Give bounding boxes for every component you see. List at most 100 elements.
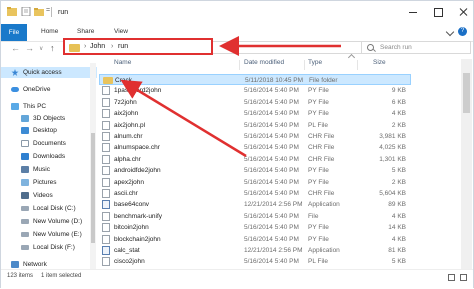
- table-row[interactable]: alnumspace.chr 5/16/2014 5:40 PM CHR File 4…: [99, 142, 411, 153]
- file-icon: [102, 166, 110, 176]
- search-input[interactable]: Search run: [380, 44, 412, 51]
- breadcrumb-run[interactable]: run: [118, 43, 128, 50]
- sidebar-item-quick-access[interactable]: Quick access: [1, 67, 97, 78]
- sidebar-item-3d-objects[interactable]: 3D Objects: [1, 113, 97, 124]
- expand-ribbon-icon[interactable]: [445, 27, 455, 37]
- file-icon: [102, 257, 110, 267]
- tab-file[interactable]: File: [1, 24, 27, 41]
- column-header-name[interactable]: Name: [114, 59, 131, 70]
- column-header-type[interactable]: Type: [308, 59, 322, 70]
- sidebar-item-local-disk-f[interactable]: Local Disk (F:): [1, 242, 97, 253]
- back-arrow-icon[interactable]: ←: [11, 43, 20, 53]
- file-size: 2 KB: [391, 178, 406, 186]
- table-row[interactable]: aix2john 5/16/2014 5:40 PM PY File 4 KB: [99, 108, 411, 119]
- file-name: cisco2john: [114, 258, 145, 266]
- table-row[interactable]: base64conv 12/21/2014 2:56 PM Application 8…: [99, 199, 411, 210]
- table-row[interactable]: alpha.chr 5/16/2014 5:40 PM CHR File 1,301 …: [99, 154, 411, 165]
- maximize-button[interactable]: [431, 5, 445, 19]
- file-name: bitcoin2john: [114, 224, 149, 232]
- file-type: PL File: [308, 121, 328, 129]
- table-row[interactable]: alnum.chr 5/16/2014 5:40 PM CHR File 3,981 …: [99, 131, 411, 142]
- sidebar-item-documents[interactable]: Documents: [1, 138, 97, 149]
- tab-home[interactable]: Home: [41, 28, 58, 35]
- table-row[interactable]: apex2john 5/16/2014 5:40 PM PY File 2 KB: [99, 177, 411, 188]
- search-icon: [367, 44, 374, 51]
- file-icon: [102, 97, 110, 107]
- column-divider[interactable]: [239, 60, 240, 70]
- large-icons-view-icon[interactable]: [460, 274, 467, 281]
- navigation-pane-scrollbar[interactable]: [90, 63, 96, 269]
- file-date: 12/21/2014 2:56 PM: [244, 247, 303, 254]
- breadcrumb-chevron-icon[interactable]: ›: [111, 43, 113, 50]
- file-date: 5/16/2014 5:40 PM: [244, 121, 299, 129]
- sidebar-item-videos[interactable]: Videos: [1, 190, 97, 201]
- file-type: File: [308, 212, 319, 220]
- file-type: CHR File: [308, 190, 335, 197]
- table-row[interactable]: aix2john.pl 5/16/2014 5:40 PM PL File 2 KB: [99, 120, 411, 131]
- quick-access-toolbar-dropdown-icon[interactable]: =: [46, 7, 50, 14]
- table-row[interactable]: cisco2john 5/16/2014 5:40 PM PL File 5 KB: [99, 256, 411, 267]
- recent-locations-chevron-icon[interactable]: ∨: [39, 44, 43, 54]
- sidebar-item-downloads[interactable]: Downloads: [1, 151, 97, 162]
- sidebar-item-new-volume-e[interactable]: New Volume (E:): [1, 229, 97, 240]
- sidebar-item-desktop[interactable]: Desktop: [1, 125, 97, 136]
- table-row[interactable]: ascii.chr 5/16/2014 5:40 PM CHR File 5,604 …: [99, 188, 411, 199]
- sidebar-item-this-pc[interactable]: This PC: [1, 101, 97, 112]
- column-divider[interactable]: [357, 60, 358, 70]
- search-box[interactable]: Search run: [361, 41, 471, 54]
- drive-icon: [21, 232, 29, 237]
- table-row[interactable]: bitcoin2john 5/16/2014 5:40 PM PY File 14 K…: [99, 222, 411, 233]
- sidebar-item-pictures[interactable]: Pictures: [1, 177, 97, 188]
- sidebar-item-network[interactable]: Network: [1, 259, 97, 269]
- address-bar[interactable]: › John › run: [63, 38, 213, 55]
- column-divider[interactable]: [304, 60, 305, 70]
- close-button[interactable]: [456, 5, 470, 19]
- details-view-icon[interactable]: [448, 274, 455, 281]
- help-icon[interactable]: ?: [458, 27, 467, 36]
- music-icon: [21, 166, 29, 173]
- file-size: 14 KB: [388, 224, 406, 232]
- file-name: aix2john: [114, 110, 139, 118]
- file-date: 5/16/2014 5:40 PM: [244, 212, 299, 220]
- table-row[interactable]: blockchain2john 5/16/2014 5:40 PM PY File 4…: [99, 234, 411, 245]
- file-size: 5,604 KB: [379, 190, 406, 197]
- folder-icon: [103, 77, 113, 84]
- breadcrumb-chevron-icon[interactable]: ›: [84, 43, 86, 50]
- tab-share[interactable]: Share: [77, 28, 94, 35]
- file-name: benchmark-unify: [114, 212, 163, 220]
- column-header-size[interactable]: Size: [373, 59, 386, 70]
- sidebar-item-onedrive[interactable]: OneDrive: [1, 84, 97, 95]
- properties-icon[interactable]: [21, 7, 31, 16]
- file-date: 5/16/2014 5:40 PM: [244, 133, 299, 140]
- forward-arrow-icon[interactable]: →: [25, 43, 34, 53]
- breadcrumb-john[interactable]: John: [90, 43, 105, 50]
- sidebar-item-music[interactable]: Music: [1, 164, 97, 175]
- file-icon: [102, 177, 110, 187]
- navigation-pane-scroll-thumb[interactable]: [91, 133, 95, 243]
- column-header-date[interactable]: Date modified: [244, 59, 284, 70]
- table-row[interactable]: calc_stat 12/21/2014 2:56 PM Application 81…: [99, 245, 411, 256]
- tab-view[interactable]: View: [114, 28, 128, 35]
- file-name: calc_stat: [114, 247, 140, 254]
- table-row[interactable]: androidfde2john 5/16/2014 5:40 PM PY File 5…: [99, 165, 411, 176]
- file-size: 81 KB: [388, 247, 406, 254]
- title-separator: [51, 7, 52, 17]
- file-list-scroll-thumb[interactable]: [463, 73, 470, 113]
- file-size: 1,301 KB: [379, 155, 406, 163]
- file-type: PY File: [308, 178, 329, 186]
- sidebar-item-local-disk-c[interactable]: Local Disk (C:): [1, 203, 97, 214]
- table-row[interactable]: 1password2john 5/16/2014 5:40 PM PY File 9 …: [99, 85, 411, 96]
- table-row[interactable]: Crack 5/11/2018 10:45 PM File folder: [99, 74, 411, 85]
- minimize-button[interactable]: [406, 5, 420, 19]
- new-folder-icon[interactable]: [34, 7, 44, 16]
- sidebar-item-new-volume-d[interactable]: New Volume (D:): [1, 216, 97, 227]
- file-type: CHR File: [308, 144, 335, 152]
- table-row[interactable]: benchmark-unify 5/16/2014 5:40 PM File 4 KB: [99, 211, 411, 222]
- file-name: aix2john.pl: [114, 121, 146, 129]
- file-list-scrollbar[interactable]: [461, 59, 472, 269]
- desktop-icon: [21, 127, 29, 134]
- file-icon: [102, 86, 110, 96]
- up-arrow-icon[interactable]: ↑: [50, 43, 55, 53]
- table-row[interactable]: 7z2john 5/16/2014 5:40 PM PY File 6 KB: [99, 97, 411, 108]
- file-type: PL File: [308, 258, 328, 266]
